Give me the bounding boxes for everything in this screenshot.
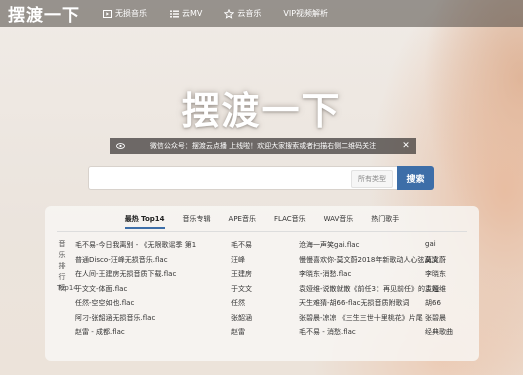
song-link[interactable]: 赵雷 - 成都.flac xyxy=(75,327,125,337)
song-link[interactable]: 在人间-王建房无损音质下载.flac xyxy=(75,269,176,279)
nav-cloud-mv[interactable]: 云MV xyxy=(169,8,202,19)
artist-link[interactable]: 袁娅维 xyxy=(425,284,446,294)
nav-lossless-music-label: 无损音乐 xyxy=(115,9,147,18)
nav-cloud-music-label: 云音乐 xyxy=(237,9,262,18)
star-icon xyxy=(224,8,235,19)
artist-link[interactable]: 李晓东 xyxy=(425,269,446,279)
song-link[interactable]: 于文文-体面.flac xyxy=(75,284,127,294)
tab-top14[interactable]: 最热 Top14 xyxy=(124,214,165,229)
category-tabs: 最热 Top14 音乐专辑 APE音乐 FLAC音乐 WAV音乐 热门歌手 xyxy=(45,214,479,229)
tab-ape[interactable]: APE音乐 xyxy=(229,214,256,229)
chart-side-label: 音 乐 排 行 榜 Top14 xyxy=(57,240,78,292)
nav-lossless-music[interactable]: 无损音乐 xyxy=(102,8,147,19)
type-select[interactable]: 所有类型 xyxy=(351,170,393,188)
song-link[interactable]: 慢慢喜欢你-莫文蔚2018年新歌动人心弦高清 xyxy=(299,255,438,265)
notice-bar: 微信公众号：摆渡云点播 上线啦！欢迎大家搜索或者扫描右侧二维码关注 ✕ xyxy=(110,138,416,154)
nav-cloud-music[interactable]: 云音乐 xyxy=(224,8,261,19)
search-bar: 所有类型 搜索 xyxy=(88,166,437,191)
site-logo[interactable]: 摆渡一下 xyxy=(8,1,80,26)
search-input[interactable] xyxy=(89,168,351,191)
artist-link[interactable]: 赵雷 xyxy=(231,327,245,337)
tab-divider xyxy=(57,231,467,232)
tab-hot-singers[interactable]: 热门歌手 xyxy=(371,214,399,229)
artist-link[interactable]: 王建房 xyxy=(231,269,252,279)
tab-music-album[interactable]: 音乐专辑 xyxy=(183,214,211,229)
notice-text: 微信公众号：摆渡云点播 上线啦！欢迎大家搜索或者扫描右侧二维码关注 xyxy=(149,142,377,150)
nav-cloud-mv-label: 云MV xyxy=(182,9,203,18)
artist-link[interactable]: 胡66 xyxy=(425,298,441,308)
artist-link[interactable]: 于文文 xyxy=(231,284,252,294)
song-link[interactable]: 袁娅维-说散就散《前任3：再见前任》的主题 xyxy=(299,284,439,294)
video-icon xyxy=(102,9,112,19)
list-icon xyxy=(169,9,179,19)
song-link[interactable]: 沧海一声笑gai.flac xyxy=(299,240,359,250)
song-link[interactable]: 普通Disco-汪峰无损音乐.flac xyxy=(75,255,168,265)
artist-link[interactable]: 经典歌曲 xyxy=(425,327,453,337)
artist-link[interactable]: 莫文蔚 xyxy=(425,255,446,265)
nav-vip-video[interactable]: VIP视频解析 xyxy=(283,8,328,19)
artist-link[interactable]: 任然 xyxy=(231,298,245,308)
song-link[interactable]: 毛不易 - 消愁.flac xyxy=(299,327,356,337)
ranking-panel: 最热 Top14 音乐专辑 APE音乐 FLAC音乐 WAV音乐 热门歌手 音 … xyxy=(45,206,479,361)
nav-vip-video-label: VIP视频解析 xyxy=(283,9,329,18)
top-nav-bar: 摆渡一下 无损音乐 云MV 云音乐 VIP视频解析 xyxy=(0,0,523,27)
eye-icon xyxy=(113,142,127,151)
song-link[interactable]: 李晓东-消愁.flac xyxy=(299,269,351,279)
tab-wav[interactable]: WAV音乐 xyxy=(324,214,354,229)
song-link[interactable]: 阿刁-张韶涵无损音乐.flac xyxy=(75,313,155,323)
tab-flac[interactable]: FLAC音乐 xyxy=(274,214,306,229)
song-link[interactable]: 张碧晨-凉凉 《三生三世十里桃花》片尾 xyxy=(299,313,423,323)
song-link[interactable]: 毛不易-今日我离别 - 《无限歌谣季 第1 xyxy=(75,240,196,250)
close-icon[interactable]: ✕ xyxy=(399,141,413,151)
song-link[interactable]: 天生难猜-胡66-flac无损音质附歌词 xyxy=(299,298,410,308)
artist-link[interactable]: 汪峰 xyxy=(231,255,245,265)
artist-link[interactable]: 毛不易 xyxy=(231,240,252,250)
artist-link[interactable]: 张碧晨 xyxy=(425,313,446,323)
search-box: 所有类型 xyxy=(88,166,397,191)
hero-title: 摆渡一下 xyxy=(181,89,342,133)
artist-link[interactable]: 张韶涵 xyxy=(231,313,252,323)
artist-link[interactable]: gai xyxy=(425,240,436,248)
song-link[interactable]: 任然-空空如也.flac xyxy=(75,298,134,308)
search-button[interactable]: 搜索 xyxy=(397,166,434,190)
